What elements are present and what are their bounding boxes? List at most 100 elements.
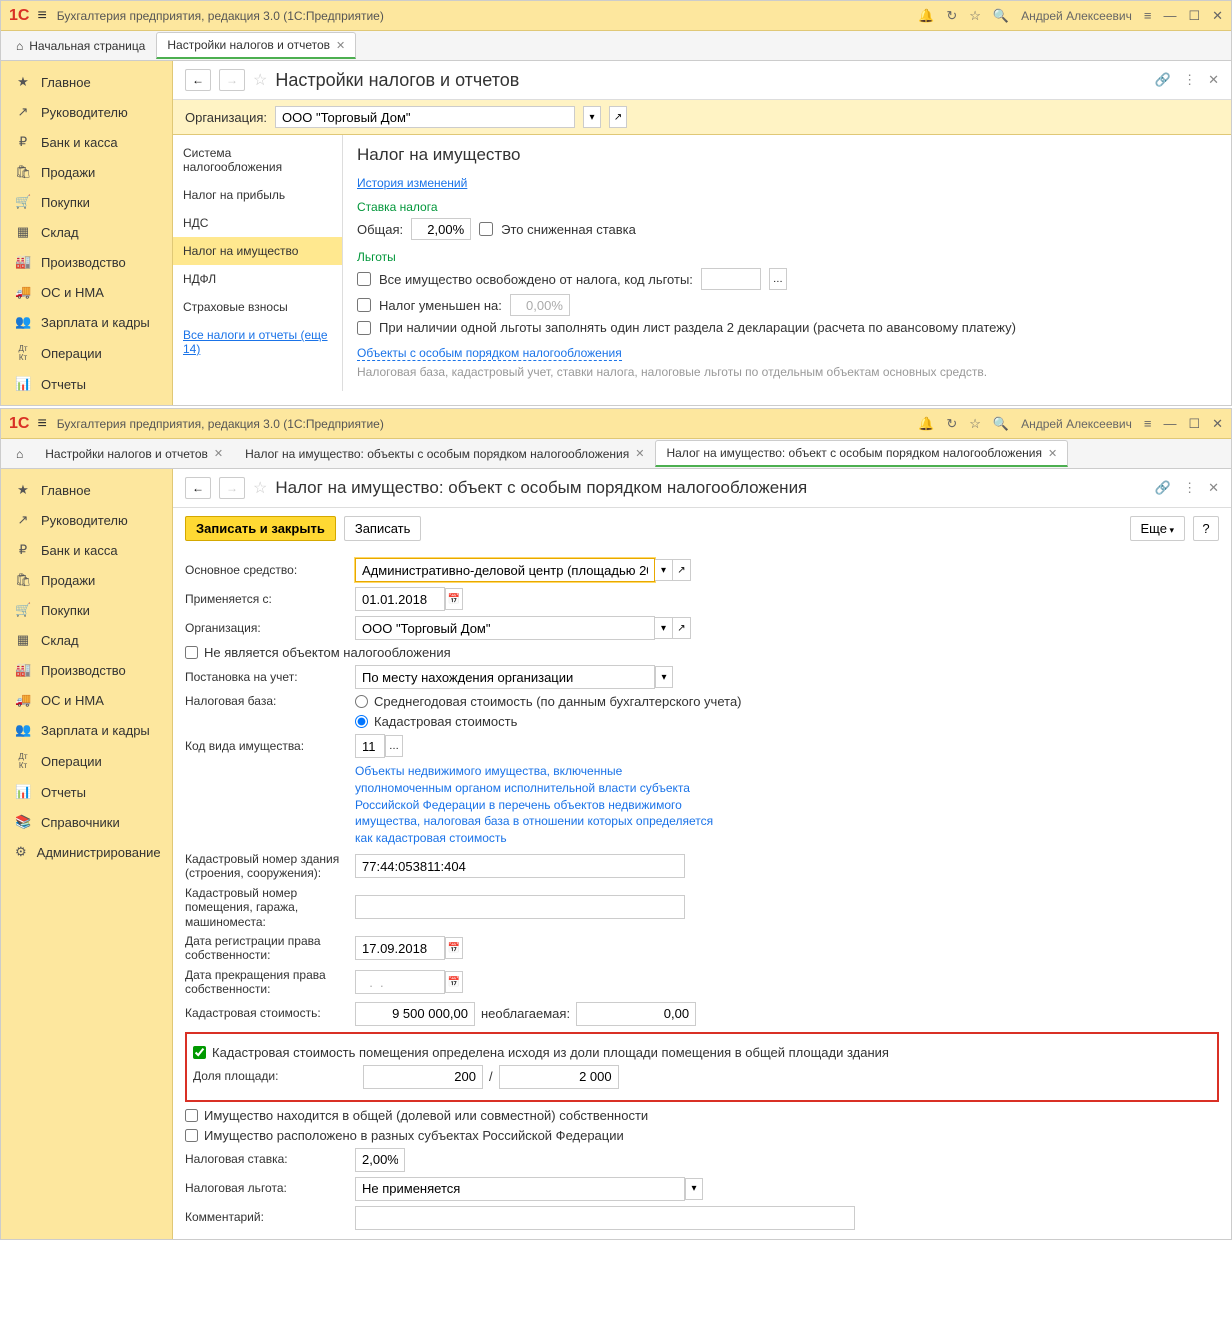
tab-home[interactable]: ⌂ Начальная страница — [5, 33, 156, 59]
registration-dropdown[interactable]: ▾ — [655, 666, 673, 688]
history-icon[interactable]: ↻ — [946, 416, 957, 432]
tax-benefit-dropdown[interactable]: ▾ — [685, 1178, 703, 1200]
end-date-input[interactable] — [355, 970, 445, 994]
save-button[interactable]: Записать — [344, 516, 422, 541]
star-icon[interactable]: ☆ — [969, 416, 981, 432]
asset-open[interactable]: ↗ — [673, 559, 691, 581]
close-icon[interactable]: ✕ — [1212, 416, 1223, 432]
sidebar-warehouse[interactable]: ▦Склад — [1, 217, 172, 247]
calendar-button[interactable]: 📅 — [445, 588, 463, 610]
nav-property-tax[interactable]: Налог на имущество — [173, 237, 342, 265]
user-name[interactable]: Андрей Алексеевич — [1021, 417, 1132, 431]
minimize-icon[interactable]: — — [1163, 8, 1176, 23]
reg-date-input[interactable] — [355, 936, 445, 960]
link-icon[interactable]: 🔗 — [1155, 480, 1171, 496]
asset-dropdown[interactable]: ▾ — [655, 559, 673, 581]
org-dropdown[interactable]: ▾ — [655, 617, 673, 639]
tab-close-icon[interactable]: ✕ — [336, 39, 345, 52]
radio-avg[interactable] — [355, 695, 368, 708]
maximize-icon[interactable]: ☐ — [1188, 416, 1200, 432]
property-code-input[interactable] — [355, 734, 385, 758]
help-button[interactable]: ? — [1193, 516, 1219, 541]
tab-home[interactable]: ⌂ — [5, 441, 34, 467]
sidebar-assets[interactable]: 🚚ОС и НМА — [1, 685, 172, 715]
comment-input[interactable] — [355, 1206, 855, 1230]
reduced-checkbox[interactable] — [357, 298, 371, 312]
sidebar-sales[interactable]: 🛍Продажи — [1, 157, 172, 187]
maximize-icon[interactable]: ☐ — [1188, 8, 1200, 24]
org-input[interactable] — [355, 616, 655, 640]
sidebar-main[interactable]: ★Главное — [1, 67, 172, 97]
area-share-num-input[interactable] — [363, 1065, 483, 1089]
nav-ndfl[interactable]: НДФЛ — [173, 265, 342, 293]
nav-vat[interactable]: НДС — [173, 209, 342, 237]
org-open[interactable]: ↗ — [673, 617, 691, 639]
tab-object-form[interactable]: Налог на имущество: объект с особым поря… — [655, 440, 1068, 467]
nav-forward-button[interactable]: → — [219, 69, 245, 91]
nav-tax-system[interactable]: Система налогообложения — [173, 139, 342, 181]
favorite-icon[interactable]: ☆ — [253, 478, 267, 498]
history-icon[interactable]: ↻ — [946, 8, 957, 24]
nav-all-taxes-link[interactable]: Все налоги и отчеты (еще 14) — [173, 321, 342, 363]
sidebar-reports[interactable]: 📊Отчеты — [1, 369, 172, 399]
more-button[interactable]: Еще — [1130, 516, 1185, 541]
nav-profit-tax[interactable]: Налог на прибыль — [173, 181, 342, 209]
org-open-button[interactable]: ↗ — [609, 106, 627, 128]
shared-ownership-checkbox[interactable] — [185, 1109, 198, 1122]
reduced-rate-checkbox[interactable] — [479, 222, 493, 236]
sidebar-sales[interactable]: 🛍Продажи — [1, 565, 172, 595]
tax-rate-input[interactable] — [355, 1148, 405, 1172]
sidebar-main[interactable]: ★Главное — [1, 475, 172, 505]
sidebar-purchases[interactable]: 🛒Покупки — [1, 187, 172, 217]
sidebar-production[interactable]: 🏭Производство — [1, 655, 172, 685]
diff-regions-checkbox[interactable] — [185, 1129, 198, 1142]
applied-from-input[interactable] — [355, 587, 445, 611]
menu-icon[interactable]: ≡ — [37, 415, 46, 433]
sidebar-purchases[interactable]: 🛒Покупки — [1, 595, 172, 625]
search-icon[interactable]: 🔍 — [993, 8, 1009, 24]
sidebar-reports[interactable]: 📊Отчеты — [1, 777, 172, 807]
org-input[interactable] — [275, 106, 575, 128]
cadastral-room-input[interactable] — [355, 895, 685, 919]
property-code-picker[interactable]: … — [385, 735, 403, 757]
sidebar-production[interactable]: 🏭Производство — [1, 247, 172, 277]
search-icon[interactable]: 🔍 — [993, 416, 1009, 432]
sidebar-warehouse[interactable]: ▦Склад — [1, 625, 172, 655]
area-share-den-input[interactable] — [499, 1065, 619, 1089]
exempt-code-picker[interactable]: … — [769, 268, 787, 290]
nav-back-button[interactable]: ← — [185, 477, 211, 499]
sidebar-operations[interactable]: ДтКтОперации — [1, 745, 172, 777]
settings-icon[interactable]: ≡ — [1144, 8, 1152, 23]
favorite-icon[interactable]: ☆ — [253, 70, 267, 90]
sidebar-manager[interactable]: ↗Руководителю — [1, 97, 172, 127]
sidebar-admin[interactable]: ⚙Администрирование — [1, 837, 172, 867]
nav-forward-button[interactable]: → — [219, 477, 245, 499]
cadastral-building-input[interactable] — [355, 854, 685, 878]
nontaxable-input[interactable] — [576, 1002, 696, 1026]
registration-input[interactable] — [355, 665, 655, 689]
close-form-icon[interactable]: ✕ — [1208, 72, 1219, 88]
area-share-checkbox[interactable] — [193, 1046, 206, 1059]
exempt-code-input[interactable] — [701, 268, 761, 290]
nav-back-button[interactable]: ← — [185, 69, 211, 91]
kebab-icon[interactable]: ⋮ — [1183, 72, 1196, 88]
tax-benefit-input[interactable] — [355, 1177, 685, 1201]
bell-icon[interactable]: 🔔 — [918, 416, 934, 432]
history-link[interactable]: История изменений — [357, 176, 467, 190]
not-taxable-checkbox[interactable] — [185, 646, 198, 659]
special-objects-link[interactable]: Объекты с особым порядком налогообложени… — [357, 346, 622, 361]
nav-insurance[interactable]: Страховые взносы — [173, 293, 342, 321]
save-close-button[interactable]: Записать и закрыть — [185, 516, 336, 541]
cadastral-value-input[interactable] — [355, 1002, 475, 1026]
radio-cadastral[interactable] — [355, 715, 368, 728]
star-icon[interactable]: ☆ — [969, 8, 981, 24]
org-dropdown-button[interactable]: ▾ — [583, 106, 601, 128]
rate-input[interactable] — [411, 218, 471, 240]
tab-close-icon[interactable]: ✕ — [1048, 447, 1057, 460]
calendar-button[interactable]: 📅 — [445, 971, 463, 993]
calendar-button[interactable]: 📅 — [445, 937, 463, 959]
sidebar-bank[interactable]: ₽Банк и касса — [1, 535, 172, 565]
exempt-checkbox[interactable] — [357, 272, 371, 286]
tab-close-icon[interactable]: ✕ — [214, 447, 223, 460]
sidebar-salary[interactable]: 👥Зарплата и кадры — [1, 307, 172, 337]
